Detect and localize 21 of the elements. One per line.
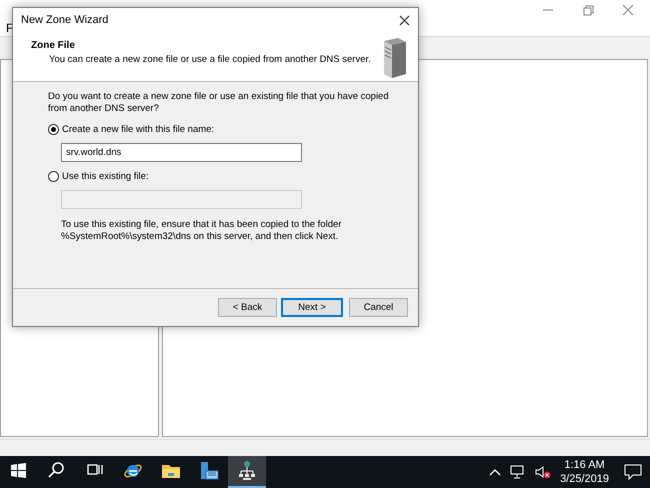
- radio-button[interactable]: [48, 124, 59, 135]
- page-heading: Zone File: [31, 40, 76, 51]
- question-text: Do you want to create a new zone file or use an existing file that you have copied from another DNS server?: [48, 91, 390, 115]
- chevron-up-icon[interactable]: [489, 468, 502, 476]
- next-button[interactable]: Next >: [281, 298, 343, 317]
- notifications-icon[interactable]: [624, 464, 642, 480]
- network-tree-icon: [236, 460, 258, 482]
- volume-muted-icon[interactable]: [535, 465, 552, 479]
- window-title: New Zone Wizard: [21, 14, 108, 26]
- close-icon[interactable]: [399, 14, 410, 26]
- network-icon[interactable]: [510, 465, 526, 479]
- taskbar-button[interactable]: [228, 456, 266, 488]
- clock-time[interactable]: 1:16 AM: [564, 458, 605, 472]
- server-manager-icon: [198, 460, 220, 482]
- clock-date[interactable]: 3/25/2019: [560, 472, 609, 486]
- cancel-button[interactable]: Cancel: [349, 298, 408, 317]
- page-description: You can create a new zone file or use a file copied from another DNS server.: [49, 54, 371, 65]
- option-label[interactable]: Create a new file with this file name:: [62, 124, 214, 135]
- note-text: To use this existing file, ensure that it has been copied to the folder %SystemRoot%\system32\dns on this server, and then click Next.: [61, 219, 342, 243]
- file-name-field[interactable]: srv.world.dns: [61, 143, 302, 162]
- back-button[interactable]: < Back: [218, 298, 277, 317]
